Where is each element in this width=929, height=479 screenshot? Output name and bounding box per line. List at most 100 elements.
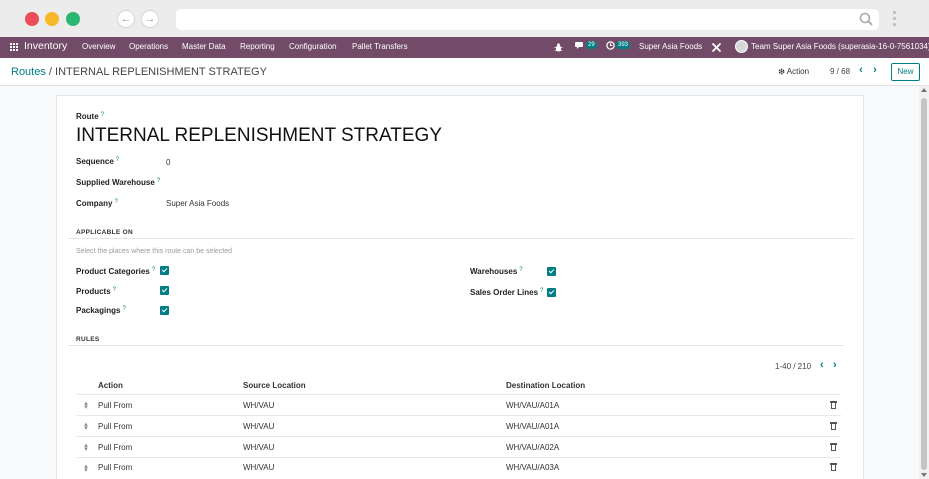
table-header-divider	[77, 394, 841, 395]
menu-master-data[interactable]: Master Data	[182, 42, 226, 51]
rule-source-cell[interactable]: WH/VAU	[243, 463, 274, 472]
rule-destination-cell[interactable]: WH/VAU/A03A	[506, 463, 559, 472]
trash-icon[interactable]	[830, 463, 837, 471]
help-icon[interactable]: ?	[519, 267, 522, 273]
sales-order-lines-checkbox[interactable]	[547, 288, 556, 297]
supplied-warehouse-field[interactable]	[166, 178, 366, 188]
help-icon[interactable]: ?	[157, 178, 160, 184]
menu-reporting[interactable]: Reporting	[240, 42, 275, 51]
new-button[interactable]: New	[891, 63, 920, 81]
record-pager[interactable]: 9 / 68	[830, 67, 850, 76]
products-label: Products?	[76, 287, 117, 296]
trash-icon[interactable]	[830, 422, 837, 430]
clock-icon	[606, 41, 615, 51]
menu-configuration[interactable]: Configuration	[289, 42, 337, 51]
company-switcher[interactable]: Super Asia Foods	[639, 42, 702, 51]
packagings-label: Packagings?	[76, 306, 126, 315]
chat-icon	[575, 42, 583, 50]
section-divider	[68, 238, 854, 239]
app-brand[interactable]: Inventory	[24, 40, 67, 52]
rule-destination-cell[interactable]: WH/VAU/A01A	[506, 422, 559, 431]
rule-source-cell[interactable]: WH/VAU	[243, 401, 274, 410]
rule-action-cell[interactable]: Pull From	[98, 401, 132, 410]
pager-previous-icon[interactable]: ‹	[856, 64, 866, 76]
help-icon[interactable]: ?	[116, 157, 119, 163]
help-icon[interactable]: ?	[101, 112, 104, 118]
applicable-on-hint: Select the places where this route can b…	[76, 248, 233, 255]
breadcrumb-separator: /	[48, 66, 52, 78]
help-icon[interactable]: ?	[540, 288, 543, 294]
section-divider	[68, 345, 844, 346]
drag-handle-icon[interactable]: ▴ ▾	[83, 400, 89, 411]
menu-operations[interactable]: Operations	[129, 42, 168, 51]
rules-section-title: RULES	[76, 336, 100, 343]
pager-next-icon[interactable]: ›	[870, 64, 880, 76]
minimize-window-button[interactable]	[45, 12, 59, 26]
browser-menu-icon[interactable]	[893, 11, 897, 27]
help-icon[interactable]: ?	[114, 199, 117, 205]
rules-pager-next-icon[interactable]: ›	[833, 360, 837, 371]
activities-button[interactable]: 393	[606, 41, 631, 51]
action-button-label: Action	[786, 67, 810, 76]
breadcrumb: Routes / INTERNAL REPLENISHMENT STRATEGY	[11, 66, 267, 78]
rules-pager[interactable]: 1-40 / 210	[775, 362, 811, 371]
drag-handle-icon[interactable]: ▴ ▾	[83, 421, 89, 432]
page-scrollbar[interactable]	[919, 86, 929, 479]
rule-destination-cell[interactable]: WH/VAU/A02A	[506, 443, 559, 452]
action-button[interactable]: Action	[778, 67, 809, 76]
route-label: Route?	[76, 112, 105, 121]
search-icon[interactable]	[859, 12, 873, 26]
user-avatar[interactable]	[735, 40, 748, 53]
drag-handle-icon[interactable]: ▴ ▾	[83, 463, 89, 474]
sales-order-lines-label: Sales Order Lines?	[470, 288, 544, 297]
scroll-up-icon[interactable]	[921, 88, 927, 92]
warehouses-checkbox[interactable]	[547, 267, 556, 276]
supplied-warehouse-label: Supplied Warehouse?	[76, 178, 161, 187]
drag-handle-icon[interactable]: ▴ ▾	[83, 442, 89, 453]
applicable-on-section-title: APPLICABLE ON	[76, 229, 133, 236]
company-field[interactable]: Super Asia Foods	[166, 199, 229, 208]
form-sheet	[56, 95, 864, 479]
trash-icon[interactable]	[830, 401, 837, 409]
warehouses-label: Warehouses?	[470, 267, 523, 276]
menu-overview[interactable]: Overview	[82, 42, 115, 51]
packagings-checkbox[interactable]	[160, 306, 169, 315]
row-divider	[77, 457, 841, 458]
apps-menu-icon[interactable]	[9, 42, 18, 51]
rule-destination-cell[interactable]: WH/VAU/A01A	[506, 401, 559, 410]
trash-icon[interactable]	[830, 443, 837, 451]
product-categories-checkbox[interactable]	[160, 266, 169, 275]
top-navbar: Inventory Overview Operations Master Dat…	[0, 37, 929, 58]
rules-pager-previous-icon[interactable]: ‹	[820, 360, 824, 371]
help-icon[interactable]: ?	[122, 306, 125, 312]
back-arrow-icon[interactable]: ←	[117, 10, 135, 28]
maximize-window-button[interactable]	[66, 12, 80, 26]
rule-action-cell[interactable]: Pull From	[98, 422, 132, 431]
close-window-button[interactable]	[25, 12, 39, 26]
scrollbar-thumb[interactable]	[921, 98, 927, 470]
user-menu[interactable]: Team Super Asia Foods (superasia-16-0-75…	[751, 42, 929, 51]
column-header-destination-location[interactable]: Destination Location	[506, 381, 585, 390]
column-header-action[interactable]: Action	[98, 381, 123, 390]
browser-chrome: ← →	[0, 0, 929, 37]
breadcrumb-routes-link[interactable]: Routes	[11, 66, 46, 78]
forward-arrow-icon[interactable]: →	[141, 10, 159, 28]
rule-action-cell[interactable]: Pull From	[98, 463, 132, 472]
company-label: Company?	[76, 199, 118, 208]
tools-icon[interactable]	[711, 42, 722, 53]
rule-action-cell[interactable]: Pull From	[98, 443, 132, 452]
product-categories-label: Product Categories?	[76, 267, 156, 276]
help-icon[interactable]: ?	[152, 267, 155, 273]
scroll-down-icon[interactable]	[921, 473, 927, 477]
messages-button[interactable]: 29	[575, 41, 597, 50]
help-icon[interactable]: ?	[113, 287, 116, 293]
sequence-field[interactable]: 0	[166, 158, 170, 167]
rule-source-cell[interactable]: WH/VAU	[243, 443, 274, 452]
rule-source-cell[interactable]: WH/VAU	[243, 422, 274, 431]
address-bar[interactable]	[176, 9, 879, 30]
route-name-field[interactable]: INTERNAL REPLENISHMENT STRATEGY	[76, 125, 442, 147]
bug-icon[interactable]	[554, 43, 563, 52]
column-header-source-location[interactable]: Source Location	[243, 381, 306, 390]
products-checkbox[interactable]	[160, 286, 169, 295]
menu-pallet-transfers[interactable]: Pallet Transfers	[352, 42, 408, 51]
